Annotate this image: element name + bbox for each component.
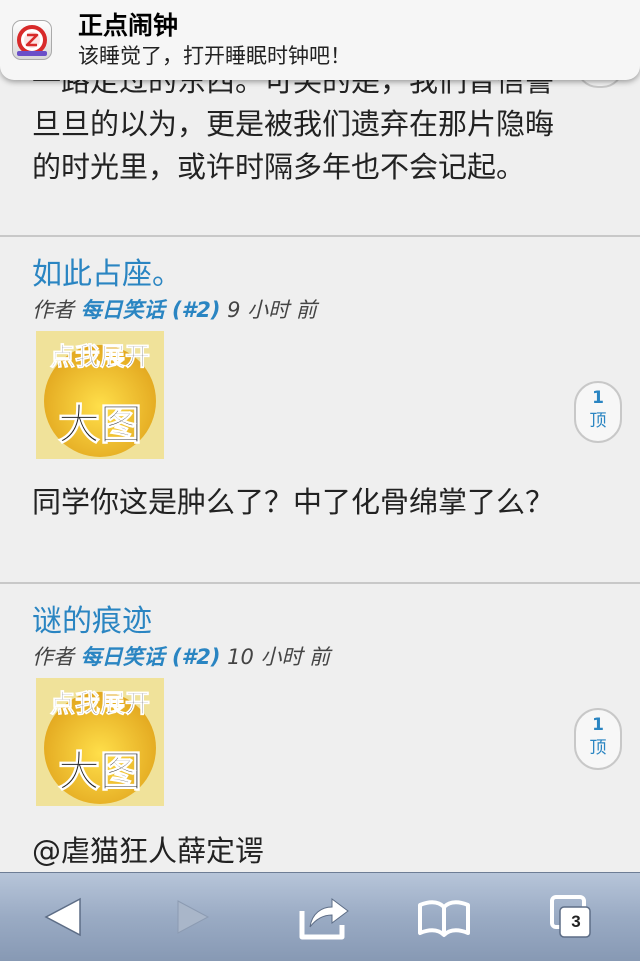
- vote-label: 顶: [589, 411, 607, 431]
- thumbnail-label-top: 点我展开: [50, 342, 150, 371]
- back-icon: [44, 897, 81, 937]
- author-link[interactable]: 每日笑话 (#2): [81, 298, 221, 322]
- vote-label: 顶: [589, 738, 607, 758]
- alarm-app-icon: [12, 20, 52, 60]
- notification-message: 该睡觉了，打开睡眠时钟吧！: [78, 44, 351, 68]
- browser-toolbar: [0, 872, 640, 961]
- post-title[interactable]: 谜的痕迹: [32, 602, 152, 642]
- thumbnail-label-bottom: 大图: [58, 400, 142, 449]
- thumbnail-label-top: 点我展开: [50, 689, 150, 718]
- post-time: 9 小时 前: [227, 298, 317, 322]
- tab-count: 3: [571, 912, 581, 931]
- share-icon: [299, 898, 349, 940]
- post-meta: 作者 每日笑话 (#2) 10 小时 前: [32, 642, 330, 672]
- thumbnail-label-bottom: 大图: [58, 747, 142, 796]
- expand-image-thumbnail[interactable]: 点我展开 大图: [36, 331, 164, 459]
- bookmarks-button[interactable]: [414, 887, 474, 947]
- notification-title: 正点闹钟: [78, 11, 179, 40]
- upvote-button[interactable]: 1 顶: [574, 708, 622, 770]
- share-button[interactable]: [294, 887, 354, 947]
- post-meta: 作者 每日笑话 (#2) 9 小时 前: [32, 295, 317, 325]
- bookmarks-icon: [418, 900, 470, 937]
- expand-image-thumbnail[interactable]: 点我展开 大图: [36, 678, 164, 806]
- post: 谜的痕迹 作者 每日笑话 (#2) 10 小时 前 点我展开 大图 1 顶 @虐…: [0, 584, 640, 872]
- thumbnail-image: 点我展开 大图: [36, 331, 164, 459]
- meta-prefix: 作者: [32, 298, 74, 322]
- vote-count: 1: [592, 715, 604, 735]
- post-body: 同学你这是肿么了？中了化骨绵掌了么？: [32, 485, 555, 519]
- thumbnail-image: 点我展开 大图: [36, 678, 164, 806]
- notification-banner[interactable]: 正点闹钟 该睡觉了，打开睡眠时钟吧！: [0, 0, 640, 80]
- post: 如此占座。 作者 每日笑话 (#2) 9 小时 前 点我展开 大图 1 顶 同学…: [0, 237, 640, 584]
- post-time: 10 小时 前: [227, 645, 331, 669]
- meta-prefix: 作者: [32, 645, 74, 669]
- author-link[interactable]: 每日笑话 (#2): [81, 645, 221, 669]
- forward-button[interactable]: [162, 887, 222, 947]
- forward-icon: [177, 900, 210, 934]
- post-title[interactable]: 如此占座。: [32, 255, 182, 295]
- upvote-button[interactable]: 1 顶: [574, 381, 622, 443]
- back-button[interactable]: [34, 887, 94, 947]
- vote-count: 1: [592, 388, 604, 408]
- post-body: @虐猫狂人薛定谔: [32, 834, 265, 868]
- feed: 一路走过的东西。可笑的是，我们曾信誓旦旦的以为，更是被我们遗弃在那片隐晦的时光里…: [0, 0, 640, 872]
